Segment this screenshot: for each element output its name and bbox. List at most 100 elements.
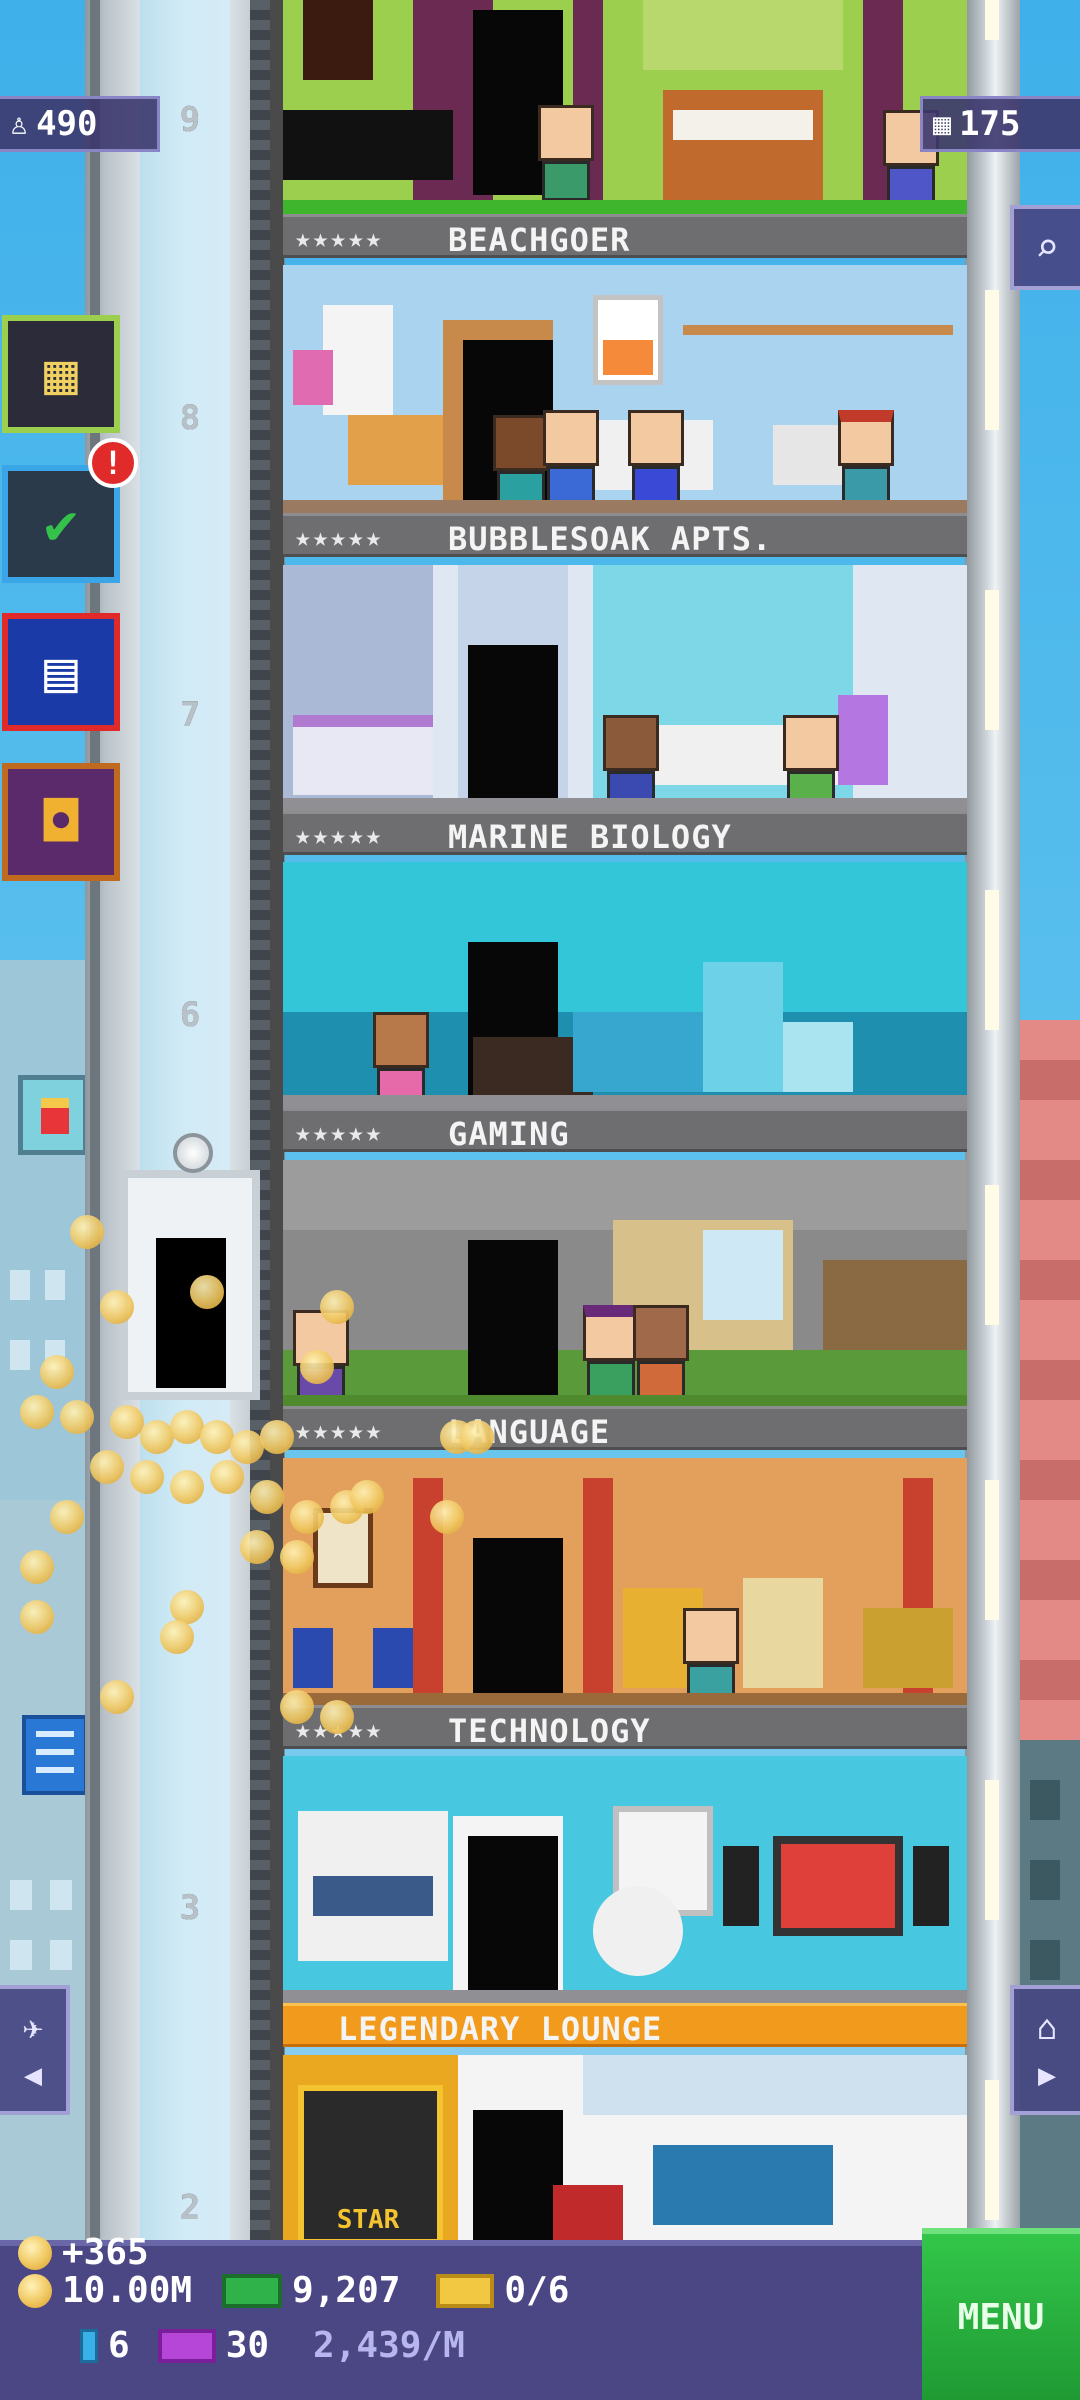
checklist-icon: ✔ (44, 491, 78, 557)
floor-name: BEACHGOER (448, 221, 631, 259)
tower-resident[interactable] (538, 105, 594, 201)
tower-wall-left (270, 0, 284, 2240)
floor-name: LEGENDARY LOUNGE (338, 2010, 663, 2048)
floor-room-top[interactable] (283, 0, 967, 205)
vip-value: 30 (225, 2325, 270, 2366)
ticket-icon (436, 2273, 495, 2308)
build-floor-button[interactable]: ▦ (2, 315, 120, 433)
population-value: 490 (36, 104, 98, 144)
bux-value: 9,207 (292, 2270, 401, 2311)
floor-stars: ★★★★★ (295, 1118, 384, 1148)
arrow-left-icon: ◀ (23, 2057, 43, 2093)
floor-label-beachgoer[interactable]: ★★★★★ BEACHGOER (283, 214, 967, 259)
floor-divider (283, 200, 967, 214)
floor-room-marine-biology[interactable] (283, 862, 967, 1100)
tickets-value: 0/6 (504, 2270, 570, 2311)
earn-rate-value: 2,439/M (313, 2325, 465, 2366)
tower-resident[interactable] (838, 410, 894, 505)
floor-room-legendary-lounge[interactable]: STAR (283, 2055, 967, 2245)
floor-name: MARINE BIOLOGY (448, 818, 732, 856)
tower-resident[interactable] (373, 1012, 429, 1100)
search-button[interactable]: ⌕ (1010, 205, 1080, 290)
floor-label-bubblesoak-apts[interactable]: ★★★★★ BUBBLESOAK APTS. (283, 513, 967, 558)
tower-wall-right (965, 0, 1020, 2240)
floor-label-marine-biology[interactable]: ★★★★★ MARINE BIOLOGY (283, 811, 967, 856)
elevator-floor-number: 6 (179, 995, 201, 1035)
floor-label-legendary-lounge[interactable]: LEGENDARY LOUNGE (283, 2003, 967, 2048)
coin-gain-value: +365 (62, 2232, 149, 2273)
card-icon (80, 2328, 98, 2363)
floor-stars: ★★★★★ (295, 1416, 384, 1446)
tower-bux-icon (222, 2273, 283, 2308)
plane-icon: ✈ (22, 2007, 44, 2048)
calendar-icon: ▤ (44, 639, 78, 705)
background-building-right (1010, 1020, 1080, 1760)
elevator-car[interactable] (120, 1133, 260, 1400)
blue-sign (22, 1715, 88, 1795)
floor-name: TECHNOLOGY (448, 1712, 651, 1750)
coin-gain-row: +365 (18, 2232, 149, 2273)
room-door (473, 2110, 563, 2245)
vip-elevator-button[interactable]: ✈ ◀ (0, 1985, 70, 2115)
home-icon: ⌂ (1036, 2007, 1058, 2048)
floor-label-language[interactable]: ★★★★★ LANGUAGE (283, 1406, 967, 1451)
floor-room-language[interactable] (283, 1458, 967, 1698)
tower-resident[interactable] (583, 1305, 639, 1400)
floor-label-technology[interactable]: ★★★★★ TECHNOLOGY (283, 1705, 967, 1750)
floor-room-beachgoer[interactable] (283, 265, 967, 505)
daily-calendar-button[interactable]: ▤ (2, 613, 120, 731)
arrow-right-icon: ▶ (1037, 2057, 1057, 2093)
menu-button[interactable]: MENU (922, 2228, 1080, 2400)
tower-resident[interactable] (783, 715, 839, 803)
elevator-floor-number: 2 (179, 2188, 201, 2228)
building-grid-icon: ▦ (44, 341, 78, 407)
floor-name: BUBBLESOAK APTS. (448, 520, 773, 558)
stats-row: 6 30 2,439/M (80, 2325, 465, 2366)
elevator-door (156, 1238, 226, 1388)
vip-icon (157, 2328, 216, 2363)
elevator-floor-number: 7 (179, 695, 201, 735)
floor-label-gaming[interactable]: ★★★★★ GAMING (283, 1108, 967, 1153)
floor-divider (283, 1990, 967, 2004)
fries-icon (41, 1098, 69, 1134)
elevator-floor-number: 9 (179, 100, 201, 140)
floor-name: GAMING (448, 1115, 570, 1153)
floor-divider (283, 798, 967, 812)
room-door (468, 645, 558, 803)
person-icon: ♙ (10, 106, 29, 142)
floor-room-bubblesoak-apts[interactable] (283, 565, 967, 803)
missions-notification-badge: ! (88, 438, 138, 488)
coins-value: 10.00M (62, 2270, 193, 2311)
room-door (468, 1240, 558, 1400)
tower-resident[interactable] (603, 715, 659, 803)
currency-row: 10.00M 9,207 0/6 (18, 2270, 569, 2311)
fries-billboard (18, 1075, 88, 1155)
floor-room-gaming[interactable] (283, 1160, 967, 1400)
gift-button[interactable]: ◘ (2, 763, 120, 881)
building-icon: ▦ (933, 106, 952, 142)
floor-stars: ★★★★★ (295, 523, 384, 553)
room-door (468, 1836, 558, 1994)
status-bar (0, 2240, 1080, 2400)
lobby-button[interactable]: ⌂ ▶ (1010, 1985, 1080, 2115)
elevator-floor-number: 8 (179, 398, 201, 438)
floor-count-value: 175 (959, 104, 1021, 144)
cards-value: 6 (108, 2325, 130, 2366)
elevator-light-icon (173, 1133, 213, 1173)
floor-counter[interactable]: ▦ 175 (920, 96, 1080, 152)
gift-icon: ◘ (44, 789, 78, 855)
floor-stars: ★★★★★ (295, 224, 384, 254)
tower-resident[interactable] (628, 410, 684, 505)
floor-divider (283, 1095, 967, 1109)
tower-resident[interactable] (633, 1305, 689, 1400)
floor-stars: ★★★★★ (295, 821, 384, 851)
tower-resident[interactable] (493, 415, 549, 505)
population-counter[interactable]: ♙ 490 (0, 96, 160, 152)
elevator-floor-number: 3 (179, 1888, 201, 1928)
floor-divider (283, 500, 967, 514)
coin-icon (18, 2235, 52, 2270)
tower-resident[interactable] (543, 410, 599, 505)
floor-room-technology[interactable] (283, 1756, 967, 1994)
tower-resident[interactable] (683, 1608, 739, 1698)
star-sign-text: STAR (336, 2205, 400, 2235)
